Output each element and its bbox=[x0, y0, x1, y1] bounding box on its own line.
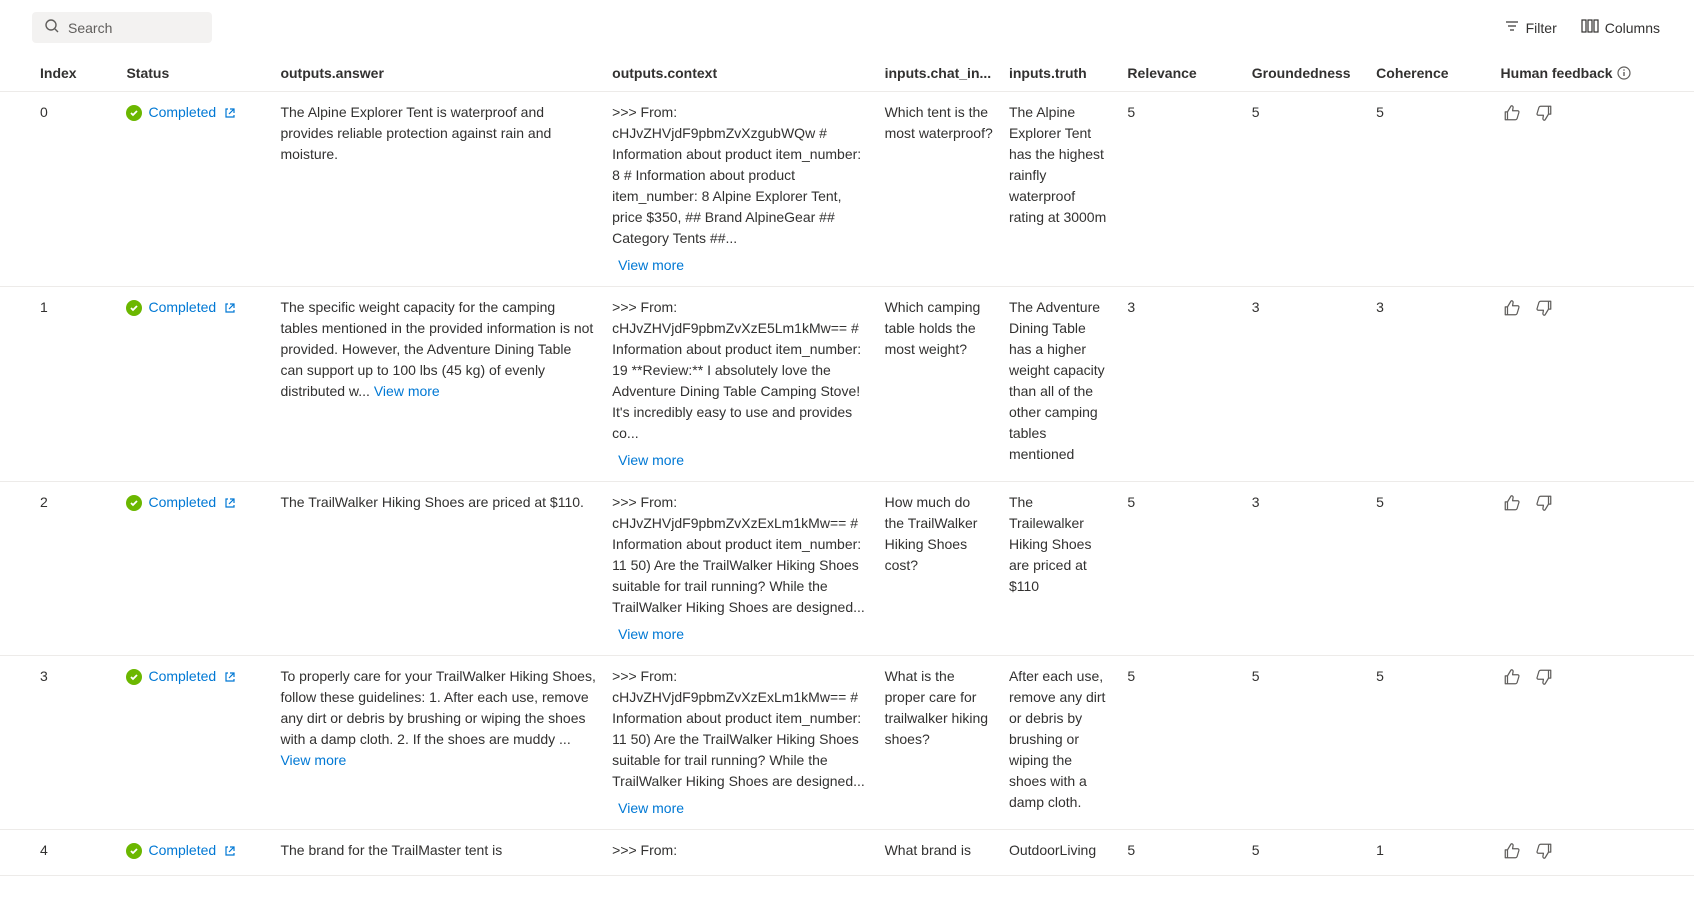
cell-chat-in: What brand is bbox=[877, 830, 1001, 876]
cell-relevance: 5 bbox=[1119, 830, 1243, 876]
check-icon bbox=[126, 669, 142, 685]
cell-truth: After each use, remove any dirt or debri… bbox=[1001, 656, 1119, 830]
thumbs-down-button[interactable] bbox=[1533, 492, 1555, 517]
check-icon bbox=[126, 300, 142, 316]
thumbs-down-button[interactable] bbox=[1533, 840, 1555, 865]
thumbs-up-button[interactable] bbox=[1501, 297, 1523, 322]
thumbs-up-button[interactable] bbox=[1501, 102, 1523, 127]
table-row: 2 Completed The TrailWalker Hiking Shoes… bbox=[0, 482, 1694, 656]
table-row: 4 Completed The brand for the TrailMaste… bbox=[0, 830, 1694, 876]
cell-answer-text: The brand for the TrailMaster tent is bbox=[280, 842, 502, 858]
cell-truth: The Trailewalker Hiking Shoes are priced… bbox=[1001, 482, 1119, 656]
external-link-icon[interactable] bbox=[224, 845, 236, 857]
thumbs-up-button[interactable] bbox=[1501, 840, 1523, 865]
cell-coherence: 5 bbox=[1368, 482, 1492, 656]
header-groundedness[interactable]: Groundedness bbox=[1244, 55, 1368, 92]
thumbs-up-button[interactable] bbox=[1501, 492, 1523, 517]
cell-context-text: >>> From: cHJvZHVjdF9pbmZvXzE5Lm1kMw== #… bbox=[612, 299, 861, 441]
cell-context-text: >>> From: cHJvZHVjdF9pbmZvXzgubWQw # Inf… bbox=[612, 104, 861, 246]
header-coherence[interactable]: Coherence bbox=[1368, 55, 1492, 92]
status-link[interactable]: Completed bbox=[148, 840, 216, 861]
header-truth[interactable]: inputs.truth bbox=[1001, 55, 1119, 92]
search-icon bbox=[44, 18, 60, 37]
external-link-icon[interactable] bbox=[224, 671, 236, 683]
external-link-icon[interactable] bbox=[224, 107, 236, 119]
cell-groundedness: 5 bbox=[1244, 656, 1368, 830]
cell-answer-text: The TrailWalker Hiking Shoes are priced … bbox=[280, 494, 583, 510]
cell-relevance: 5 bbox=[1119, 482, 1243, 656]
cell-coherence: 1 bbox=[1368, 830, 1492, 876]
cell-relevance: 5 bbox=[1119, 92, 1243, 287]
check-icon bbox=[126, 843, 142, 859]
cell-groundedness: 3 bbox=[1244, 482, 1368, 656]
columns-icon bbox=[1581, 18, 1599, 37]
info-icon[interactable] bbox=[1617, 66, 1631, 80]
cell-chat-in: What is the proper care for trailwalker … bbox=[877, 656, 1001, 830]
filter-button[interactable]: Filter bbox=[1502, 14, 1559, 41]
header-index[interactable]: Index bbox=[0, 55, 118, 92]
cell-relevance: 5 bbox=[1119, 656, 1243, 830]
cell-context-text: >>> From: cHJvZHVjdF9pbmZvXzExLm1kMw== #… bbox=[612, 668, 865, 789]
filter-icon bbox=[1504, 18, 1520, 37]
thumbs-down-button[interactable] bbox=[1533, 297, 1555, 322]
columns-label: Columns bbox=[1605, 20, 1660, 36]
status-link[interactable]: Completed bbox=[148, 102, 216, 123]
cell-chat-in: Which tent is the most waterproof? bbox=[877, 92, 1001, 287]
view-more-link[interactable]: View more bbox=[612, 624, 868, 645]
status-link[interactable]: Completed bbox=[148, 297, 216, 318]
table-row: 0 Completed The Alpine Explorer Tent is … bbox=[0, 92, 1694, 287]
cell-index: 3 bbox=[0, 656, 118, 830]
thumbs-up-button[interactable] bbox=[1501, 666, 1523, 691]
columns-button[interactable]: Columns bbox=[1579, 14, 1662, 41]
search-input[interactable] bbox=[68, 20, 200, 36]
table-row: 1 Completed The specific weight capacity… bbox=[0, 287, 1694, 482]
status-link[interactable]: Completed bbox=[148, 492, 216, 513]
header-feedback-label: Human feedback bbox=[1501, 65, 1613, 81]
external-link-icon[interactable] bbox=[224, 497, 236, 509]
cell-index: 1 bbox=[0, 287, 118, 482]
cell-relevance: 3 bbox=[1119, 287, 1243, 482]
view-more-link[interactable]: View more bbox=[280, 752, 346, 768]
view-more-link[interactable]: View more bbox=[612, 798, 868, 819]
cell-answer-text: To properly care for your TrailWalker Hi… bbox=[280, 668, 595, 747]
cell-answer-text: The Alpine Explorer Tent is waterproof a… bbox=[280, 104, 551, 162]
view-more-link[interactable]: View more bbox=[374, 383, 440, 399]
header-status[interactable]: Status bbox=[118, 55, 272, 92]
cell-index: 4 bbox=[0, 830, 118, 876]
external-link-icon[interactable] bbox=[224, 302, 236, 314]
view-more-link[interactable]: View more bbox=[612, 255, 868, 276]
view-more-link[interactable]: View more bbox=[612, 450, 868, 471]
cell-coherence: 3 bbox=[1368, 287, 1492, 482]
cell-index: 2 bbox=[0, 482, 118, 656]
cell-coherence: 5 bbox=[1368, 92, 1492, 287]
filter-label: Filter bbox=[1526, 20, 1557, 36]
header-relevance[interactable]: Relevance bbox=[1119, 55, 1243, 92]
cell-truth: OutdoorLiving bbox=[1001, 830, 1119, 876]
cell-groundedness: 5 bbox=[1244, 830, 1368, 876]
header-context[interactable]: outputs.context bbox=[604, 55, 876, 92]
status-link[interactable]: Completed bbox=[148, 666, 216, 687]
results-table: Index Status outputs.answer outputs.cont… bbox=[0, 55, 1694, 876]
table-row: 3 Completed To properly care for your Tr… bbox=[0, 656, 1694, 830]
cell-coherence: 5 bbox=[1368, 656, 1492, 830]
cell-context-text: >>> From: cHJvZHVjdF9pbmZvXzExLm1kMw== #… bbox=[612, 494, 865, 615]
cell-chat-in: Which camping table holds the most weigh… bbox=[877, 287, 1001, 482]
cell-index: 0 bbox=[0, 92, 118, 287]
cell-truth: The Adventure Dining Table has a higher … bbox=[1001, 287, 1119, 482]
thumbs-down-button[interactable] bbox=[1533, 102, 1555, 127]
cell-groundedness: 5 bbox=[1244, 92, 1368, 287]
header-answer[interactable]: outputs.answer bbox=[272, 55, 604, 92]
cell-truth: The Alpine Explorer Tent has the highest… bbox=[1001, 92, 1119, 287]
thumbs-down-button[interactable] bbox=[1533, 666, 1555, 691]
header-feedback[interactable]: Human feedback bbox=[1493, 55, 1694, 92]
cell-chat-in: How much do the TrailWalker Hiking Shoes… bbox=[877, 482, 1001, 656]
search-box[interactable] bbox=[32, 12, 212, 43]
cell-context-text: >>> From: bbox=[612, 842, 677, 858]
check-icon bbox=[126, 105, 142, 121]
header-chat-in[interactable]: inputs.chat_in... bbox=[877, 55, 1001, 92]
cell-groundedness: 3 bbox=[1244, 287, 1368, 482]
check-icon bbox=[126, 495, 142, 511]
